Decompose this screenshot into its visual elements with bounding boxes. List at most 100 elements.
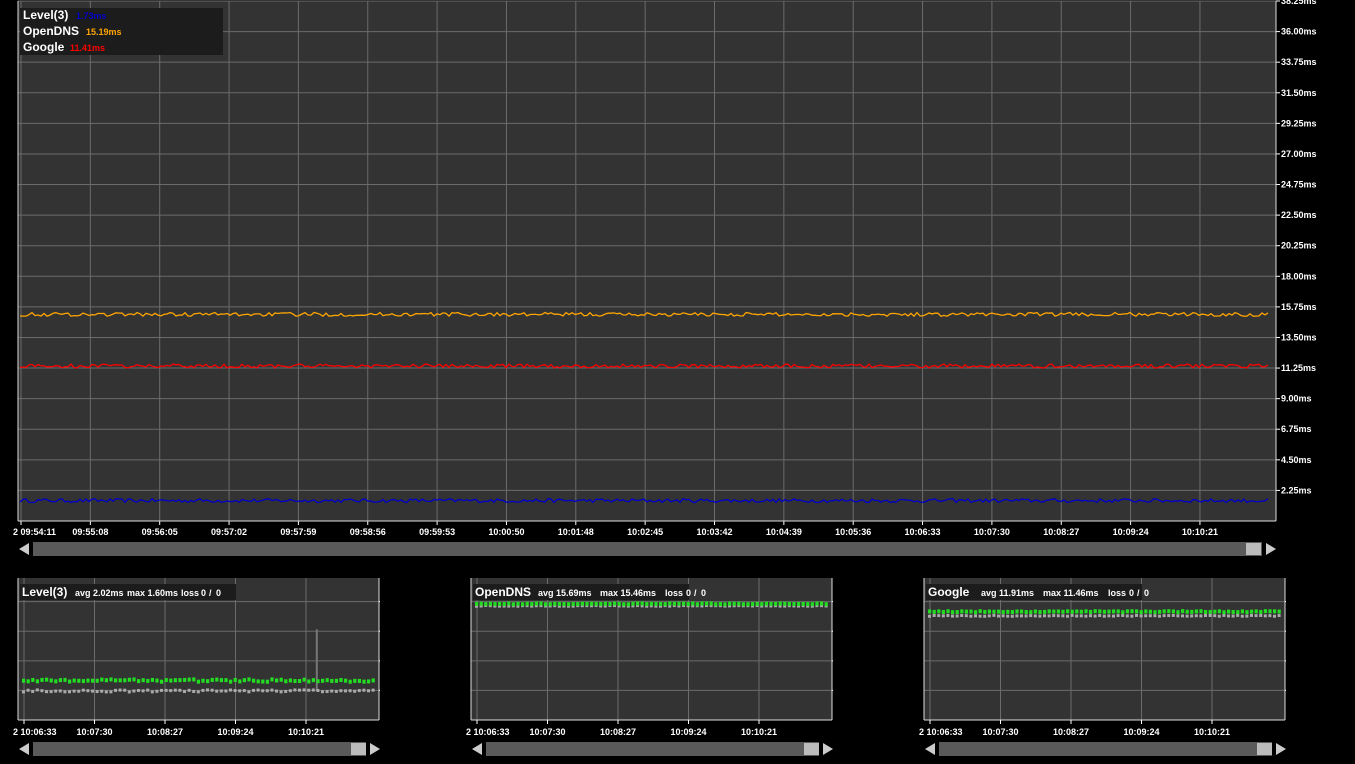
panel-green-point xyxy=(371,678,375,683)
legend-name-google: Google xyxy=(23,40,65,54)
panel-gray-point xyxy=(252,688,255,692)
scroll-left-arrow-icon[interactable] xyxy=(472,743,482,755)
panel-scrollbar[interactable] xyxy=(472,742,833,756)
panel-green-point xyxy=(169,678,173,683)
panel-green-point xyxy=(1079,609,1083,614)
panel-gray-point xyxy=(1148,614,1152,618)
panel-green-point xyxy=(484,602,488,607)
main-x-tick-label: 09:59:53 xyxy=(419,527,455,537)
panel-green-point xyxy=(603,601,607,606)
panel-green-point xyxy=(974,610,978,615)
panel-scrollbar[interactable] xyxy=(925,742,1286,756)
panel-x-tick-label: 10:09:24 xyxy=(1123,727,1159,737)
panel-green-point xyxy=(1245,610,1249,615)
panel-green-point xyxy=(1130,609,1134,614)
panel-green-point xyxy=(275,678,279,683)
main-latency-chart: 2.25ms 4.50ms 6.75ms 9.00ms 11.25ms 13.50ms 15… xyxy=(13,0,1317,556)
panel-green-point xyxy=(196,679,200,684)
panel-loss-value: 0 xyxy=(1129,588,1134,598)
scroll-track[interactable] xyxy=(939,742,1272,756)
panel-green-point xyxy=(475,601,479,606)
panel-green-point xyxy=(233,677,237,682)
scroll-right-arrow-icon[interactable] xyxy=(1276,743,1286,755)
panel-green-point xyxy=(1208,609,1212,614)
panel-loss-label: loss xyxy=(665,588,683,598)
panel-gray-point xyxy=(1194,614,1198,618)
panel-gray-point xyxy=(307,688,311,692)
panel-green-point xyxy=(58,678,62,683)
panel-green-point xyxy=(792,601,796,606)
scroll-handle[interactable] xyxy=(351,743,366,755)
panel-green-point xyxy=(751,602,755,607)
panel-green-point xyxy=(293,679,297,684)
panel-green-point xyxy=(1190,609,1194,614)
scroll-left-arrow-icon[interactable] xyxy=(19,543,29,555)
panel-gray-point xyxy=(206,688,209,692)
panel-green-point xyxy=(1043,609,1047,614)
panel-green-point xyxy=(626,602,630,607)
panel-gray-point xyxy=(210,688,214,692)
panel-gray-point xyxy=(1084,614,1088,618)
main-x-tick-label: 10:00:50 xyxy=(488,527,524,537)
panel-green-point xyxy=(955,610,959,615)
main-y-tick-label: 15.75ms xyxy=(1281,302,1317,312)
main-y-tick-label: 13.50ms xyxy=(1281,332,1317,342)
scroll-track[interactable] xyxy=(33,542,1262,556)
main-x-tick-label: 09:57:59 xyxy=(280,527,316,537)
scroll-track[interactable] xyxy=(33,742,366,756)
panel-gray-point xyxy=(132,689,136,693)
scroll-track[interactable] xyxy=(486,742,819,756)
scroll-handle[interactable] xyxy=(1257,743,1272,755)
panel-green-point xyxy=(1089,609,1093,614)
panel-green-point xyxy=(155,678,159,683)
scroll-handle[interactable] xyxy=(1246,543,1261,555)
panel-green-point xyxy=(1254,609,1258,614)
panel-gray-point xyxy=(937,614,941,618)
panel-gray-point xyxy=(1204,613,1207,617)
panel-green-point xyxy=(1236,610,1240,615)
panel-green-point xyxy=(700,601,704,606)
scroll-left-arrow-icon[interactable] xyxy=(19,743,29,755)
panel-green-point xyxy=(1222,610,1226,615)
panel-x-tick-label: 10:10:21 xyxy=(288,727,324,737)
panel-green-point xyxy=(613,601,617,606)
panel-green-point xyxy=(1240,609,1244,614)
panel-scrollbar[interactable] xyxy=(19,742,380,756)
scroll-right-arrow-icon[interactable] xyxy=(1266,543,1276,555)
panel-green-point xyxy=(123,678,127,683)
panel-green-point xyxy=(668,601,672,606)
panel-google: Google avg 11.91ms max 11.46ms loss 0 / … xyxy=(919,578,1286,756)
panel-max: max 15.46ms xyxy=(600,588,656,598)
panel-gray-point xyxy=(63,690,67,694)
panel-gray-point xyxy=(1079,614,1083,618)
panel-gray-point xyxy=(367,689,370,693)
panel-gray-point xyxy=(1254,614,1258,618)
scroll-left-arrow-icon[interactable] xyxy=(925,743,935,755)
panel-title: Google xyxy=(928,585,970,599)
panel-gray-point xyxy=(1130,614,1134,618)
panel-green-point xyxy=(659,601,663,606)
panel-gray-point xyxy=(146,688,150,692)
panel-green-point xyxy=(325,678,329,683)
legend-name-opendns: OpenDNS xyxy=(23,24,79,38)
panel-green-point xyxy=(137,679,141,684)
scroll-right-arrow-icon[interactable] xyxy=(823,743,833,755)
main-scrollbar[interactable] xyxy=(19,542,1276,556)
scroll-right-arrow-icon[interactable] xyxy=(370,743,380,755)
panel-gray-point xyxy=(215,689,219,693)
panel-gray-point xyxy=(1112,614,1115,618)
panel-green-point xyxy=(797,601,801,606)
panel-green-point xyxy=(502,602,506,607)
panel-gray-point xyxy=(1162,614,1166,618)
panel-gray-point xyxy=(1061,614,1065,618)
panel-green-point xyxy=(201,678,205,683)
panel-loss-total: 0 xyxy=(1144,588,1149,598)
panel-green-point xyxy=(26,679,30,684)
panel-green-point xyxy=(686,601,690,606)
panel-green-point xyxy=(229,679,233,684)
panel-green-point xyxy=(91,678,95,683)
scroll-handle[interactable] xyxy=(804,743,819,755)
panel-gray-point xyxy=(1075,614,1079,618)
panel-gray-point xyxy=(270,688,274,692)
panel-gray-point xyxy=(1236,613,1240,617)
